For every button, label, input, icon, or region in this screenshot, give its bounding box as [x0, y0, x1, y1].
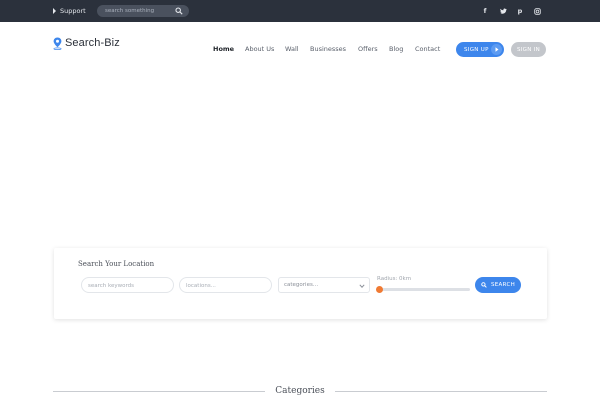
brand-logo[interactable]: Search-Biz [53, 36, 120, 50]
categories-select-value: categories... [284, 282, 319, 288]
categories-heading: Categories [270, 386, 330, 396]
categories-divider-right [335, 391, 547, 392]
search-icon [481, 282, 487, 288]
radius-slider-track[interactable] [378, 288, 470, 291]
pinterest-icon[interactable]: p [515, 6, 525, 16]
nav-wall[interactable]: Wall [285, 44, 299, 54]
location-pin-icon [53, 37, 62, 50]
sign-up-button[interactable]: SIGN UP [456, 42, 504, 57]
locations-field [179, 277, 272, 293]
top-bar: Support f p [0, 0, 600, 22]
nav-blog[interactable]: Blog [389, 44, 403, 54]
top-search-input[interactable] [105, 6, 175, 16]
nav-contact[interactable]: Contact [415, 44, 440, 54]
sign-in-label: SIGN IN [516, 46, 541, 53]
sign-up-label: SIGN UP [464, 46, 489, 53]
twitter-icon[interactable] [498, 6, 508, 16]
search-button-label: SEARCH [490, 282, 516, 288]
instagram-icon[interactable] [532, 6, 542, 16]
locations-input[interactable] [186, 281, 266, 290]
caret-right-icon [53, 8, 56, 14]
radius-label: Radius: 0km [377, 276, 412, 282]
facebook-icon[interactable]: f [480, 6, 490, 16]
search-button[interactable]: SEARCH [475, 277, 521, 293]
top-search-box [97, 5, 189, 17]
brand-name: Search-Biz [65, 37, 120, 49]
keywords-field [81, 277, 174, 293]
sign-in-button[interactable]: SIGN IN [511, 42, 546, 57]
nav-businesses[interactable]: Businesses [310, 44, 346, 54]
radius-slider-handle[interactable] [376, 286, 383, 293]
search-panel-title: Search Your Location [78, 260, 155, 268]
nav-home[interactable]: Home [213, 44, 234, 54]
search-icon[interactable] [175, 7, 183, 15]
categories-select[interactable]: categories... [278, 277, 370, 293]
nav-about-us[interactable]: About Us [245, 44, 274, 54]
categories-divider-left [53, 391, 265, 392]
support-link[interactable]: Support [53, 6, 86, 16]
support-label: Support [60, 7, 86, 15]
keywords-input[interactable] [88, 281, 168, 290]
arrow-right-icon [491, 44, 502, 55]
nav-offers[interactable]: Offers [358, 44, 378, 54]
chevron-down-icon [359, 284, 365, 288]
